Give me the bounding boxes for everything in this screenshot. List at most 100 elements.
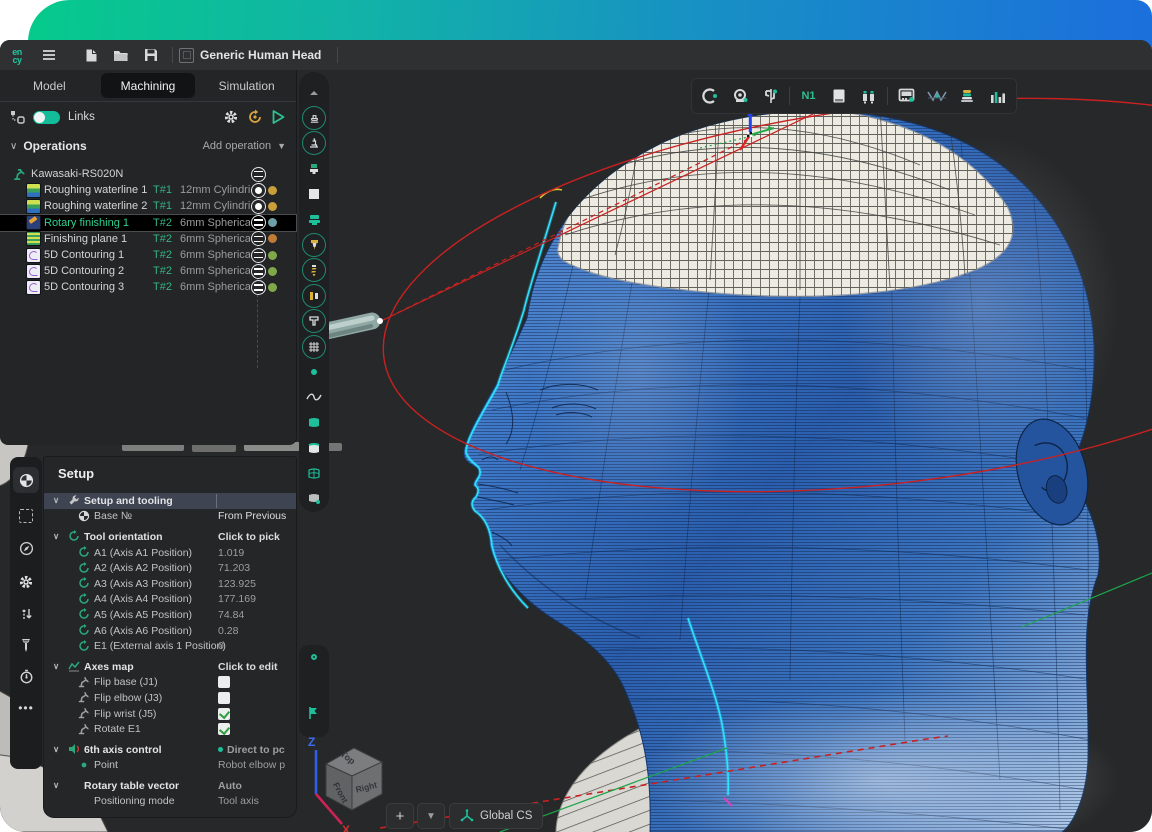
holder-icon[interactable] bbox=[301, 283, 327, 308]
statistics-icon[interactable] bbox=[986, 84, 1010, 108]
setup-row-value[interactable]: 71.203 bbox=[218, 562, 250, 574]
op-state-icon[interactable] bbox=[251, 280, 266, 295]
operation-row[interactable]: Rotary finishing 1 T#2 6mm Spherical r bbox=[0, 215, 296, 231]
curve-icon[interactable] bbox=[301, 385, 327, 410]
setup-row-value[interactable] bbox=[218, 723, 234, 735]
checkbox[interactable] bbox=[218, 676, 230, 688]
rotary-axis-icon[interactable] bbox=[698, 84, 722, 108]
setup-row[interactable]: ∨ E1 (External axis 1 Position) 0 bbox=[44, 638, 296, 654]
add-operation-caret-icon[interactable]: ▼ bbox=[277, 141, 286, 151]
setup-row[interactable]: ∨ Axes map Click to edit bbox=[44, 659, 296, 675]
fixture-icon[interactable] bbox=[301, 309, 327, 334]
setup-row-value[interactable]: 0.28 bbox=[218, 625, 238, 637]
cutter-icon[interactable] bbox=[301, 232, 327, 257]
checkbox[interactable] bbox=[218, 708, 230, 720]
add-operation-button[interactable]: Add operation bbox=[203, 140, 272, 152]
setup-row[interactable]: ∨ A5 (Axis A5 Position) 74.84 bbox=[44, 607, 296, 623]
selection-box-icon[interactable] bbox=[13, 503, 39, 529]
flag-icon[interactable] bbox=[308, 706, 320, 725]
setup-row-value[interactable]: From Previous bbox=[218, 510, 286, 522]
op-state-icon[interactable] bbox=[251, 215, 266, 230]
more-ellipsis-icon[interactable]: ••• bbox=[13, 695, 39, 721]
stock-panel-icon[interactable] bbox=[827, 84, 851, 108]
machine-head-icon[interactable] bbox=[301, 105, 327, 130]
global-cs-button[interactable]: Global CS bbox=[449, 803, 543, 829]
setup-row[interactable]: ∨ Base № From Previous bbox=[44, 509, 296, 525]
links-toggle[interactable] bbox=[33, 111, 60, 124]
chevron-down-icon[interactable]: ∨ bbox=[53, 531, 59, 542]
settings-gear-icon[interactable] bbox=[223, 109, 239, 125]
op-state-icon[interactable] bbox=[251, 183, 266, 198]
tool-assembly-icon[interactable] bbox=[857, 84, 881, 108]
scroll-up-icon[interactable] bbox=[301, 80, 327, 105]
setup-row-value[interactable]: Robot elbow p bbox=[218, 759, 285, 771]
chevron-down-icon[interactable]: ∨ bbox=[53, 495, 59, 506]
chevron-down-icon[interactable]: ∨ bbox=[53, 744, 59, 755]
op-state-icon[interactable] bbox=[251, 248, 266, 263]
recalculate-icon[interactable] bbox=[247, 109, 263, 125]
tab-model[interactable]: Model bbox=[2, 73, 97, 98]
caliper-icon[interactable] bbox=[759, 84, 783, 108]
gear-icon[interactable] bbox=[13, 569, 39, 595]
setup-row[interactable]: ∨ Positioning mode Tool axis bbox=[44, 794, 296, 810]
setup-row[interactable]: ∨ 6th axis control Direct to pc bbox=[44, 742, 296, 758]
setup-row-value[interactable]: 1.019 bbox=[218, 547, 244, 559]
setup-row-value[interactable]: Click to pick bbox=[218, 531, 280, 543]
compass-icon[interactable] bbox=[13, 535, 39, 561]
tool-small-icon[interactable] bbox=[301, 156, 327, 181]
model-checkbox-icon[interactable] bbox=[179, 48, 194, 63]
setup-row[interactable]: ∨ Flip elbow (J3) bbox=[44, 690, 296, 706]
screw-icon[interactable] bbox=[301, 258, 327, 283]
setup-row[interactable]: ∨ Tool orientation Click to pick bbox=[44, 529, 296, 545]
setup-row[interactable]: ∨ Flip base (J1) bbox=[44, 675, 296, 691]
wcs-target-icon[interactable] bbox=[13, 467, 39, 493]
menu-icon[interactable] bbox=[34, 43, 64, 67]
spindle-icon[interactable] bbox=[301, 131, 327, 156]
op-state-icon[interactable] bbox=[251, 199, 266, 214]
operation-row[interactable]: 5D Contouring 1 T#2 6mm Spherical r bbox=[0, 247, 296, 263]
setup-row-value[interactable]: 74.84 bbox=[218, 609, 244, 621]
setup-row-value[interactable]: 123.925 bbox=[218, 578, 256, 590]
setup-row-value[interactable] bbox=[218, 692, 234, 704]
open-file-icon[interactable] bbox=[106, 43, 136, 67]
op-state-icon[interactable] bbox=[251, 231, 266, 246]
tool-lamp-icon[interactable] bbox=[13, 632, 39, 658]
setup-row[interactable]: ∨ A6 (Axis A6 Position) 0.28 bbox=[44, 623, 296, 639]
save-icon[interactable] bbox=[136, 43, 166, 67]
setup-row-value[interactable]: 177.169 bbox=[218, 593, 256, 605]
mesh-icon[interactable] bbox=[301, 334, 327, 359]
setup-row[interactable]: ∨ Point Robot elbow p bbox=[44, 758, 296, 774]
setup-row-value[interactable]: Click to edit bbox=[218, 661, 278, 673]
tab-machining[interactable]: Machining bbox=[101, 73, 196, 98]
setup-row[interactable]: ∨ A3 (Axis A3 Position) 123.925 bbox=[44, 576, 296, 592]
surface-outline-icon[interactable] bbox=[301, 435, 327, 460]
setup-row-value[interactable]: 0 bbox=[218, 640, 224, 652]
surface-icon[interactable] bbox=[301, 410, 327, 435]
setup-row[interactable]: ∨ A1 (Axis A1 Position) 1.019 bbox=[44, 545, 296, 561]
machine-row[interactable]: Kawasaki-RS020N bbox=[0, 166, 296, 182]
setup-row[interactable]: ∨ A4 (Axis A4 Position) 177.169 bbox=[44, 592, 296, 608]
gcode-n1[interactable]: N1 bbox=[796, 84, 820, 108]
setup-row-value[interactable]: Direct to pc bbox=[218, 744, 285, 756]
stock-square-icon[interactable] bbox=[301, 182, 327, 207]
setup-row[interactable]: ∨ A2 (Axis A2 Position) 71.203 bbox=[44, 560, 296, 576]
tool-stack-icon[interactable] bbox=[955, 84, 979, 108]
setup-row-value[interactable] bbox=[218, 708, 234, 720]
app-logo[interactable]: ency bbox=[0, 47, 34, 64]
setup-row[interactable]: ∨ Flip wrist (J5) bbox=[44, 706, 296, 722]
view-cube[interactable]: Z Top Front Right X bbox=[300, 730, 396, 832]
op-state-icon[interactable] bbox=[251, 167, 266, 182]
chevron-down-icon[interactable]: ∨ bbox=[53, 780, 59, 791]
operation-row[interactable]: 5D Contouring 3 T#2 6mm Spherical r bbox=[0, 279, 296, 295]
add-cs-button[interactable]: + bbox=[386, 803, 414, 829]
surface-dot-icon[interactable] bbox=[301, 486, 327, 511]
chrono-icon[interactable] bbox=[13, 663, 39, 689]
tab-simulation[interactable]: Simulation bbox=[199, 73, 294, 98]
operation-row[interactable]: Finishing plane 1 T#2 6mm Spherical r bbox=[0, 231, 296, 247]
surface-grid-icon[interactable] bbox=[301, 461, 327, 486]
setup-row[interactable]: ∨ Setup and tooling bbox=[44, 493, 296, 509]
checkbox[interactable] bbox=[218, 723, 230, 735]
run-icon[interactable] bbox=[271, 109, 286, 125]
part-icon[interactable] bbox=[301, 207, 327, 232]
new-file-icon[interactable] bbox=[76, 43, 106, 67]
